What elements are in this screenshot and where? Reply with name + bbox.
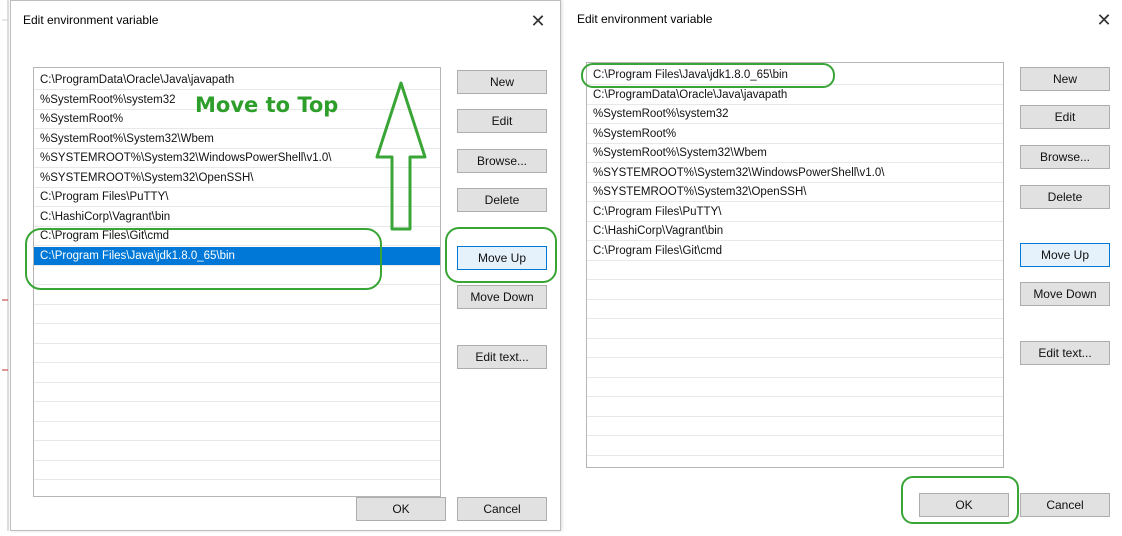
title-bar: Edit environment variable ✕: [11, 1, 560, 33]
close-icon[interactable]: ✕: [1092, 8, 1116, 32]
ok-button[interactable]: OK: [919, 493, 1009, 517]
edit-button[interactable]: Edit: [1020, 105, 1110, 129]
edit-text-button[interactable]: Edit text...: [457, 345, 547, 369]
cancel-button[interactable]: Cancel: [1020, 493, 1110, 517]
path-list-empty-row[interactable]: [34, 481, 440, 497]
path-list-empty-row[interactable]: [34, 442, 440, 461]
background-window-edge: [2, 0, 9, 531]
path-list-empty-row[interactable]: [34, 266, 440, 285]
move-down-button[interactable]: Move Down: [1020, 282, 1110, 306]
delete-button[interactable]: Delete: [1020, 185, 1110, 209]
dialog-title: Edit environment variable: [577, 12, 713, 26]
path-list-item[interactable]: %SYSTEMROOT%\System32\WindowsPowerShell\…: [587, 164, 1003, 183]
path-list-empty-row[interactable]: [34, 383, 440, 402]
cancel-button[interactable]: Cancel: [457, 497, 547, 521]
path-list-item[interactable]: %SystemRoot%\system32: [587, 105, 1003, 124]
dialog-title: Edit environment variable: [23, 13, 159, 27]
path-list-empty-row[interactable]: [587, 320, 1003, 339]
path-list-item[interactable]: %SystemRoot%\System32\Wbem: [587, 144, 1003, 163]
path-list-empty-row[interactable]: [587, 437, 1003, 456]
move-down-button[interactable]: Move Down: [457, 285, 547, 309]
path-list-empty-row[interactable]: [34, 325, 440, 344]
new-button[interactable]: New: [457, 70, 547, 94]
path-list-item[interactable]: C:\Program Files\Java\jdk1.8.0_65\bin: [587, 66, 1003, 85]
path-list-item[interactable]: C:\Program Files\Git\cmd: [587, 242, 1003, 261]
path-list-empty-row[interactable]: [587, 398, 1003, 417]
path-list-empty-row[interactable]: [587, 378, 1003, 397]
path-list[interactable]: C:\Program Files\Java\jdk1.8.0_65\bin C:\…: [586, 62, 1004, 468]
new-button[interactable]: New: [1020, 67, 1110, 91]
title-bar: Edit environment variable ✕: [565, 0, 1122, 32]
ok-button[interactable]: OK: [356, 497, 446, 521]
move-up-button[interactable]: Move Up: [1020, 243, 1110, 267]
edit-text-button[interactable]: Edit text...: [1020, 341, 1110, 365]
move-to-top-annotation: Move to Top: [195, 93, 339, 117]
path-list-empty-row[interactable]: [34, 364, 440, 383]
path-list-item[interactable]: C:\Program Files\Java\jdk1.8.0_65\bin: [34, 246, 440, 266]
path-list-empty-row[interactable]: [34, 422, 440, 441]
path-list-item[interactable]: C:\Program Files\PuTTY\: [587, 203, 1003, 222]
path-list-item[interactable]: %SystemRoot%: [587, 125, 1003, 144]
edit-button[interactable]: Edit: [457, 109, 547, 133]
path-list-item[interactable]: C:\ProgramData\Oracle\Java\javapath: [587, 86, 1003, 105]
path-list-empty-row[interactable]: [34, 344, 440, 363]
browse-button[interactable]: Browse...: [457, 149, 547, 173]
path-list-empty-row[interactable]: [587, 339, 1003, 358]
path-list-empty-row[interactable]: [587, 281, 1003, 300]
edit-env-dialog-before: Edit environment variable ✕ C:\ProgramDa…: [10, 0, 561, 531]
path-list-empty-row[interactable]: [34, 286, 440, 305]
close-icon[interactable]: ✕: [526, 9, 550, 33]
edit-env-dialog-after: Edit environment variable ✕ C:\Program F…: [565, 0, 1122, 531]
path-list-empty-row[interactable]: [34, 461, 440, 480]
path-list-empty-row[interactable]: [587, 417, 1003, 436]
browse-button[interactable]: Browse...: [1020, 145, 1110, 169]
path-list-item[interactable]: %SYSTEMROOT%\System32\OpenSSH\: [587, 183, 1003, 202]
path-list-empty-row[interactable]: [587, 300, 1003, 319]
move-up-button[interactable]: Move Up: [457, 246, 547, 270]
path-list-empty-row[interactable]: [587, 359, 1003, 378]
path-list-empty-row[interactable]: [34, 403, 440, 422]
path-list-item[interactable]: C:\HashiCorp\Vagrant\bin: [587, 222, 1003, 241]
delete-button[interactable]: Delete: [457, 188, 547, 212]
background-window-fragment: [0, 0, 9, 531]
path-list-empty-row[interactable]: [587, 261, 1003, 280]
up-arrow-icon: [375, 81, 427, 231]
path-list-empty-row[interactable]: [34, 305, 440, 324]
